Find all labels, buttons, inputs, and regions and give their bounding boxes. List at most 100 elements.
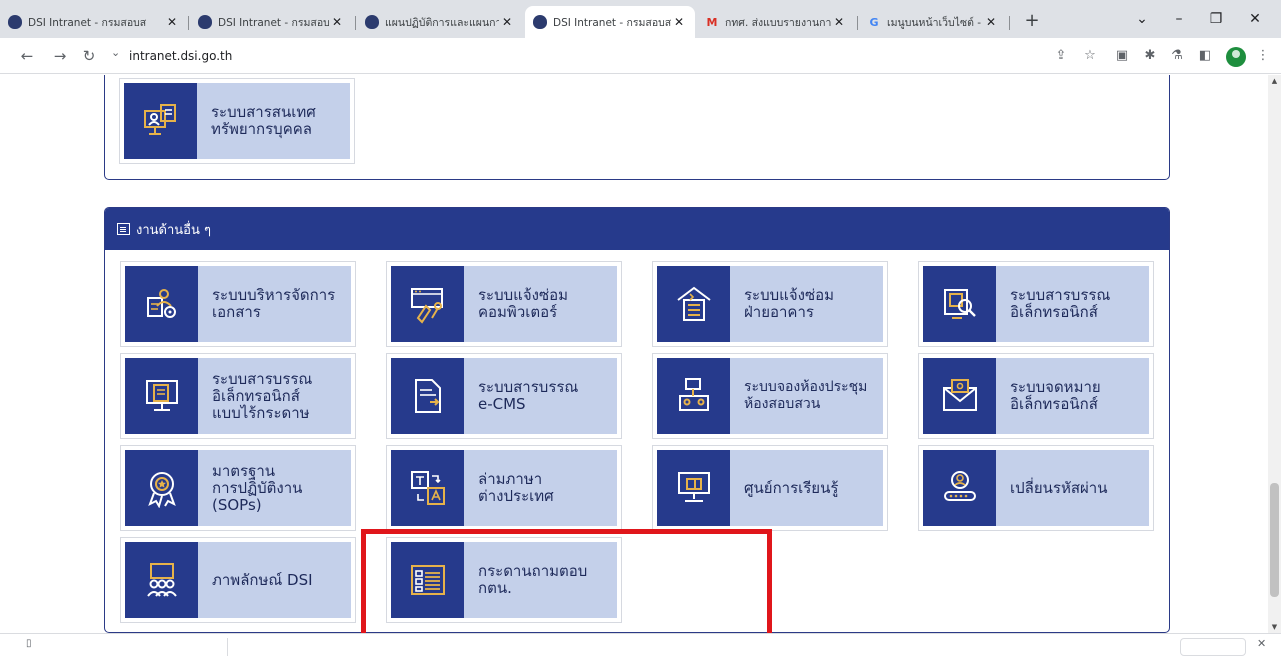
tile-hr-info-system[interactable]: ระบบสารสนเทศ ทรัพยากรบุคคล [119, 78, 355, 164]
e-saraban-icon [923, 266, 996, 342]
tile-label: ระบบจองห้องประชุม ห้องสอบสวน [744, 379, 868, 412]
tab-title: เมนูบนหน้าเว็บไซต์ - ค้นห [887, 16, 983, 29]
chevron-down-icon[interactable]: ⌄ [111, 46, 120, 59]
scroll-up-icon[interactable]: ▲ [1268, 75, 1281, 87]
tile-room-booking[interactable]: ระบบจองห้องประชุม ห้องสอบสวน [652, 353, 888, 439]
tile-e-cms[interactable]: ระบบสารบรรณ e-CMS [386, 353, 622, 439]
download-divider [227, 638, 228, 656]
window-close-button[interactable]: ✕ [1241, 8, 1269, 30]
restore-button[interactable]: ❐ [1202, 8, 1230, 30]
page-scrollbar[interactable]: ▲ ▼ [1268, 75, 1281, 633]
dsi-shield-icon [198, 15, 212, 29]
building-repair-icon [657, 266, 730, 342]
new-tab-button[interactable]: + [1020, 10, 1044, 34]
lab-flask-icon[interactable]: ⚗ [1168, 47, 1186, 65]
document-management-icon [125, 266, 198, 342]
browser-tab[interactable]: DSI Intranet - กรมสอบส ✕ [190, 6, 353, 38]
sop-award-icon [125, 450, 198, 526]
list-icon [117, 223, 130, 235]
change-password-icon [923, 450, 996, 526]
email-icon [923, 358, 996, 434]
computer-repair-icon [391, 266, 464, 342]
tab-title: กทศ. ส่งแบบรายงานการใ [725, 16, 831, 29]
tile-sop[interactable]: มาตรฐาน การปฏิบัติงาน (SOPs) [120, 445, 356, 531]
puzzle-extensions-icon[interactable]: ✱ [1141, 47, 1159, 65]
tile-label: ระบบแจ้งซ่อม คอมพิวเตอร์ [478, 286, 569, 321]
tile-paperless-saraban[interactable]: ระบบสารบรรณ อิเล็กทรอนิกส์ แบบไร้กระดาษ [120, 353, 356, 439]
room-booking-icon [657, 358, 730, 434]
close-icon[interactable]: ✕ [831, 15, 847, 29]
close-icon[interactable]: ✕ [671, 15, 687, 29]
tile-label: ภาพลักษณ์ DSI [212, 570, 313, 589]
minimize-button[interactable]: – [1165, 8, 1193, 30]
close-icon[interactable]: ✕ [1257, 637, 1266, 650]
tile-label: ระบบสารบรรณ อิเล็กทรอนิกส์ [1010, 286, 1111, 321]
tile-label: ระบบสารบรรณ e-CMS [478, 378, 579, 413]
tab-divider [857, 16, 858, 30]
tab-title: DSI Intranet - กรมสอบส [28, 16, 147, 29]
tile-learning-center[interactable]: ศูนย์การเรียนรู้ [652, 445, 888, 531]
e-cms-icon [391, 358, 464, 434]
tile-translator[interactable]: ล่ามภาษา ต่างประเทศ [386, 445, 622, 531]
dsi-image-icon [125, 542, 198, 618]
tile-label: ระบบสารสนเทศ ทรัพยากรบุคคล [211, 103, 316, 138]
tab-divider [188, 16, 189, 30]
forward-button[interactable]: → [49, 45, 71, 67]
browser-tab[interactable]: M กทศ. ส่งแบบรายงานการใ ✕ [697, 6, 855, 38]
translator-icon [391, 450, 464, 526]
tile-e-saraban[interactable]: ระบบสารบรรณ อิเล็กทรอนิกส์ [918, 261, 1154, 347]
dsi-shield-icon [533, 15, 547, 29]
google-icon: G [869, 15, 879, 29]
close-icon[interactable]: ✕ [499, 15, 515, 29]
browser-tab[interactable]: G เมนูบนหน้าเว็บไซต์ - ค้นห ✕ [859, 6, 1007, 38]
scrollbar-thumb[interactable] [1270, 483, 1279, 597]
section-title: งานด้านอื่น ๆ [136, 222, 211, 238]
browser-toolbar: ← → ↻ ⌄ intranet.dsi.go.th ⇪ ☆ ▣ ✱ ⚗ ◧ ⋮ [0, 38, 1281, 74]
dsi-shield-icon [8, 15, 22, 29]
tile-dsi-image[interactable]: ภาพลักษณ์ DSI [120, 537, 356, 623]
share-icon[interactable]: ⇪ [1052, 47, 1070, 65]
browser-tab[interactable]: DSI Intranet - กรมสอบส ✕ [0, 6, 188, 38]
file-icon: ▯ [26, 638, 32, 649]
tab-search-chevron-icon[interactable]: ⌄ [1128, 8, 1156, 30]
close-icon[interactable]: ✕ [329, 15, 345, 29]
reload-button[interactable]: ↻ [78, 45, 100, 67]
gmail-icon: M [706, 15, 718, 29]
side-panel-icon[interactable]: ◧ [1196, 47, 1214, 65]
tile-label: มาตรฐาน การปฏิบัติงาน (SOPs) [212, 461, 303, 514]
tile-label: ระบบแจ้งซ่อม ฝ่ายอาคาร [744, 286, 835, 321]
section-card-hr: ระบบสารสนเทศ ทรัพยากรบุคคล [104, 75, 1170, 180]
close-icon[interactable]: ✕ [164, 15, 180, 29]
download-shelf: ▯ ✕ [0, 633, 1281, 656]
tile-label: ศูนย์การเรียนรู้ [744, 478, 839, 497]
extension-icon[interactable]: ▣ [1113, 47, 1131, 65]
tile-label: ระบบจดหมาย อิเล็กทรอนิกส์ [1010, 378, 1101, 413]
close-icon[interactable]: ✕ [983, 15, 999, 29]
browser-tab[interactable]: แผนปฏิบัติการและแผนกา ✕ [357, 6, 523, 38]
tab-divider [355, 16, 356, 30]
tile-email[interactable]: ระบบจดหมาย อิเล็กทรอนิกส์ [918, 353, 1154, 439]
tile-label: ระบบสารบรรณ อิเล็กทรอนิกส์ แบบไร้กระดาษ [212, 369, 313, 422]
kebab-menu-icon[interactable]: ⋮ [1254, 47, 1272, 65]
paperless-saraban-icon [125, 358, 198, 434]
bookmark-star-icon[interactable]: ☆ [1081, 47, 1099, 65]
url-text[interactable]: intranet.dsi.go.th [129, 49, 232, 63]
hr-info-system-icon [124, 83, 197, 159]
tile-change-password[interactable]: เปลี่ยนรหัสผ่าน [918, 445, 1154, 531]
profile-avatar[interactable] [1226, 47, 1246, 67]
tile-document-management[interactable]: ระบบบริหารจัดการ เอกสาร [120, 261, 356, 347]
tile-label: ล่ามภาษา ต่างประเทศ [478, 470, 554, 505]
back-button[interactable]: ← [16, 45, 38, 67]
show-all-downloads-button[interactable] [1180, 638, 1246, 656]
tab-title: DSI Intranet - กรมสอบส [553, 16, 671, 29]
tile-building-repair[interactable]: ระบบแจ้งซ่อม ฝ่ายอาคาร [652, 261, 888, 347]
address-bar[interactable]: ⌄ intranet.dsi.go.th [105, 43, 1125, 69]
tile-label: ระบบบริหารจัดการ เอกสาร [212, 286, 336, 321]
tile-computer-repair[interactable]: ระบบแจ้งซ่อม คอมพิวเตอร์ [386, 261, 622, 347]
dsi-shield-icon [365, 15, 379, 29]
scroll-down-icon[interactable]: ▼ [1268, 621, 1281, 633]
tab-title: DSI Intranet - กรมสอบส [218, 16, 329, 29]
browser-tab-strip: DSI Intranet - กรมสอบส ✕ DSI Intranet - … [0, 0, 1281, 38]
browser-tab-active[interactable]: DSI Intranet - กรมสอบส ✕ [525, 6, 695, 38]
learning-center-icon [657, 450, 730, 526]
